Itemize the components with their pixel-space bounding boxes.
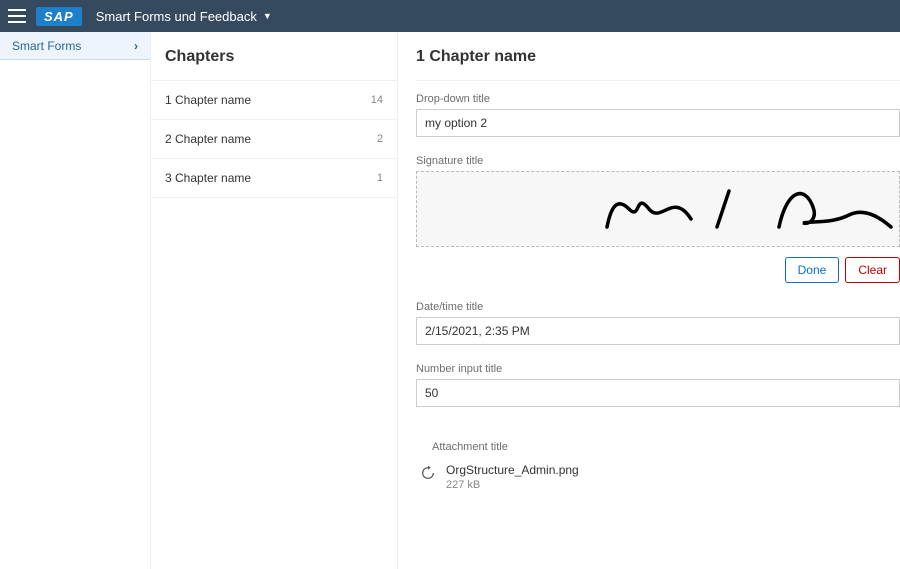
app-title-text: Smart Forms und Feedback xyxy=(96,9,257,24)
clear-button[interactable]: Clear xyxy=(845,257,900,283)
datetime-label: Date/time title xyxy=(416,301,900,313)
chapter-count: 2 xyxy=(377,133,383,145)
chapter-row[interactable]: 3 Chapter name 1 xyxy=(151,159,397,198)
chapters-title: Chapters xyxy=(151,32,397,81)
number-input[interactable] xyxy=(416,379,900,407)
dropdown-label: Drop-down title xyxy=(416,93,900,105)
menu-icon[interactable] xyxy=(8,9,26,23)
datetime-field: Date/time title xyxy=(416,301,900,345)
chapter-label: 1 Chapter name xyxy=(165,93,251,107)
chevron-right-icon: › xyxy=(134,39,138,53)
app-title-dropdown[interactable]: Smart Forms und Feedback ▼ xyxy=(96,9,272,24)
breadcrumb-label: Smart Forms xyxy=(12,39,81,53)
chapter-count: 14 xyxy=(371,94,383,106)
chevron-down-icon: ▼ xyxy=(263,11,272,21)
top-header: SAP Smart Forms und Feedback ▼ xyxy=(0,0,900,32)
sap-logo: SAP xyxy=(36,7,82,26)
attachment-field: Attachment title OrgStructure_Admin.png … xyxy=(416,441,900,491)
done-button[interactable]: Done xyxy=(785,257,840,283)
left-column: Smart Forms › xyxy=(0,32,150,569)
dropdown-field: Drop-down title xyxy=(416,93,900,137)
chapter-row[interactable]: 2 Chapter name 2 xyxy=(151,120,397,159)
number-label: Number input title xyxy=(416,363,900,375)
number-field: Number input title xyxy=(416,363,900,407)
attachment-item[interactable]: OrgStructure_Admin.png 227 kB xyxy=(416,463,900,491)
refresh-icon xyxy=(420,465,436,481)
detail-panel: 1 Chapter name Drop-down title Signature… xyxy=(398,32,900,569)
signature-actions: Done Clear xyxy=(416,257,900,283)
signature-label: Signature title xyxy=(416,155,900,167)
chapter-label: 2 Chapter name xyxy=(165,132,251,146)
datetime-input[interactable] xyxy=(416,317,900,345)
attachment-filename: OrgStructure_Admin.png xyxy=(446,463,579,477)
chapter-row[interactable]: 1 Chapter name 14 xyxy=(151,81,397,120)
attachment-size: 227 kB xyxy=(446,479,579,491)
signature-field: Signature title Done Clear xyxy=(416,155,900,283)
dropdown-input[interactable] xyxy=(416,109,900,137)
chapters-panel: Chapters 1 Chapter name 14 2 Chapter nam… xyxy=(150,32,398,569)
chapter-count: 1 xyxy=(377,172,383,184)
signature-drawing xyxy=(599,179,899,239)
chapter-label: 3 Chapter name xyxy=(165,171,251,185)
attachment-label: Attachment title xyxy=(416,441,900,453)
breadcrumb[interactable]: Smart Forms › xyxy=(0,32,150,60)
signature-pad[interactable] xyxy=(416,171,900,247)
detail-title: 1 Chapter name xyxy=(416,48,900,81)
